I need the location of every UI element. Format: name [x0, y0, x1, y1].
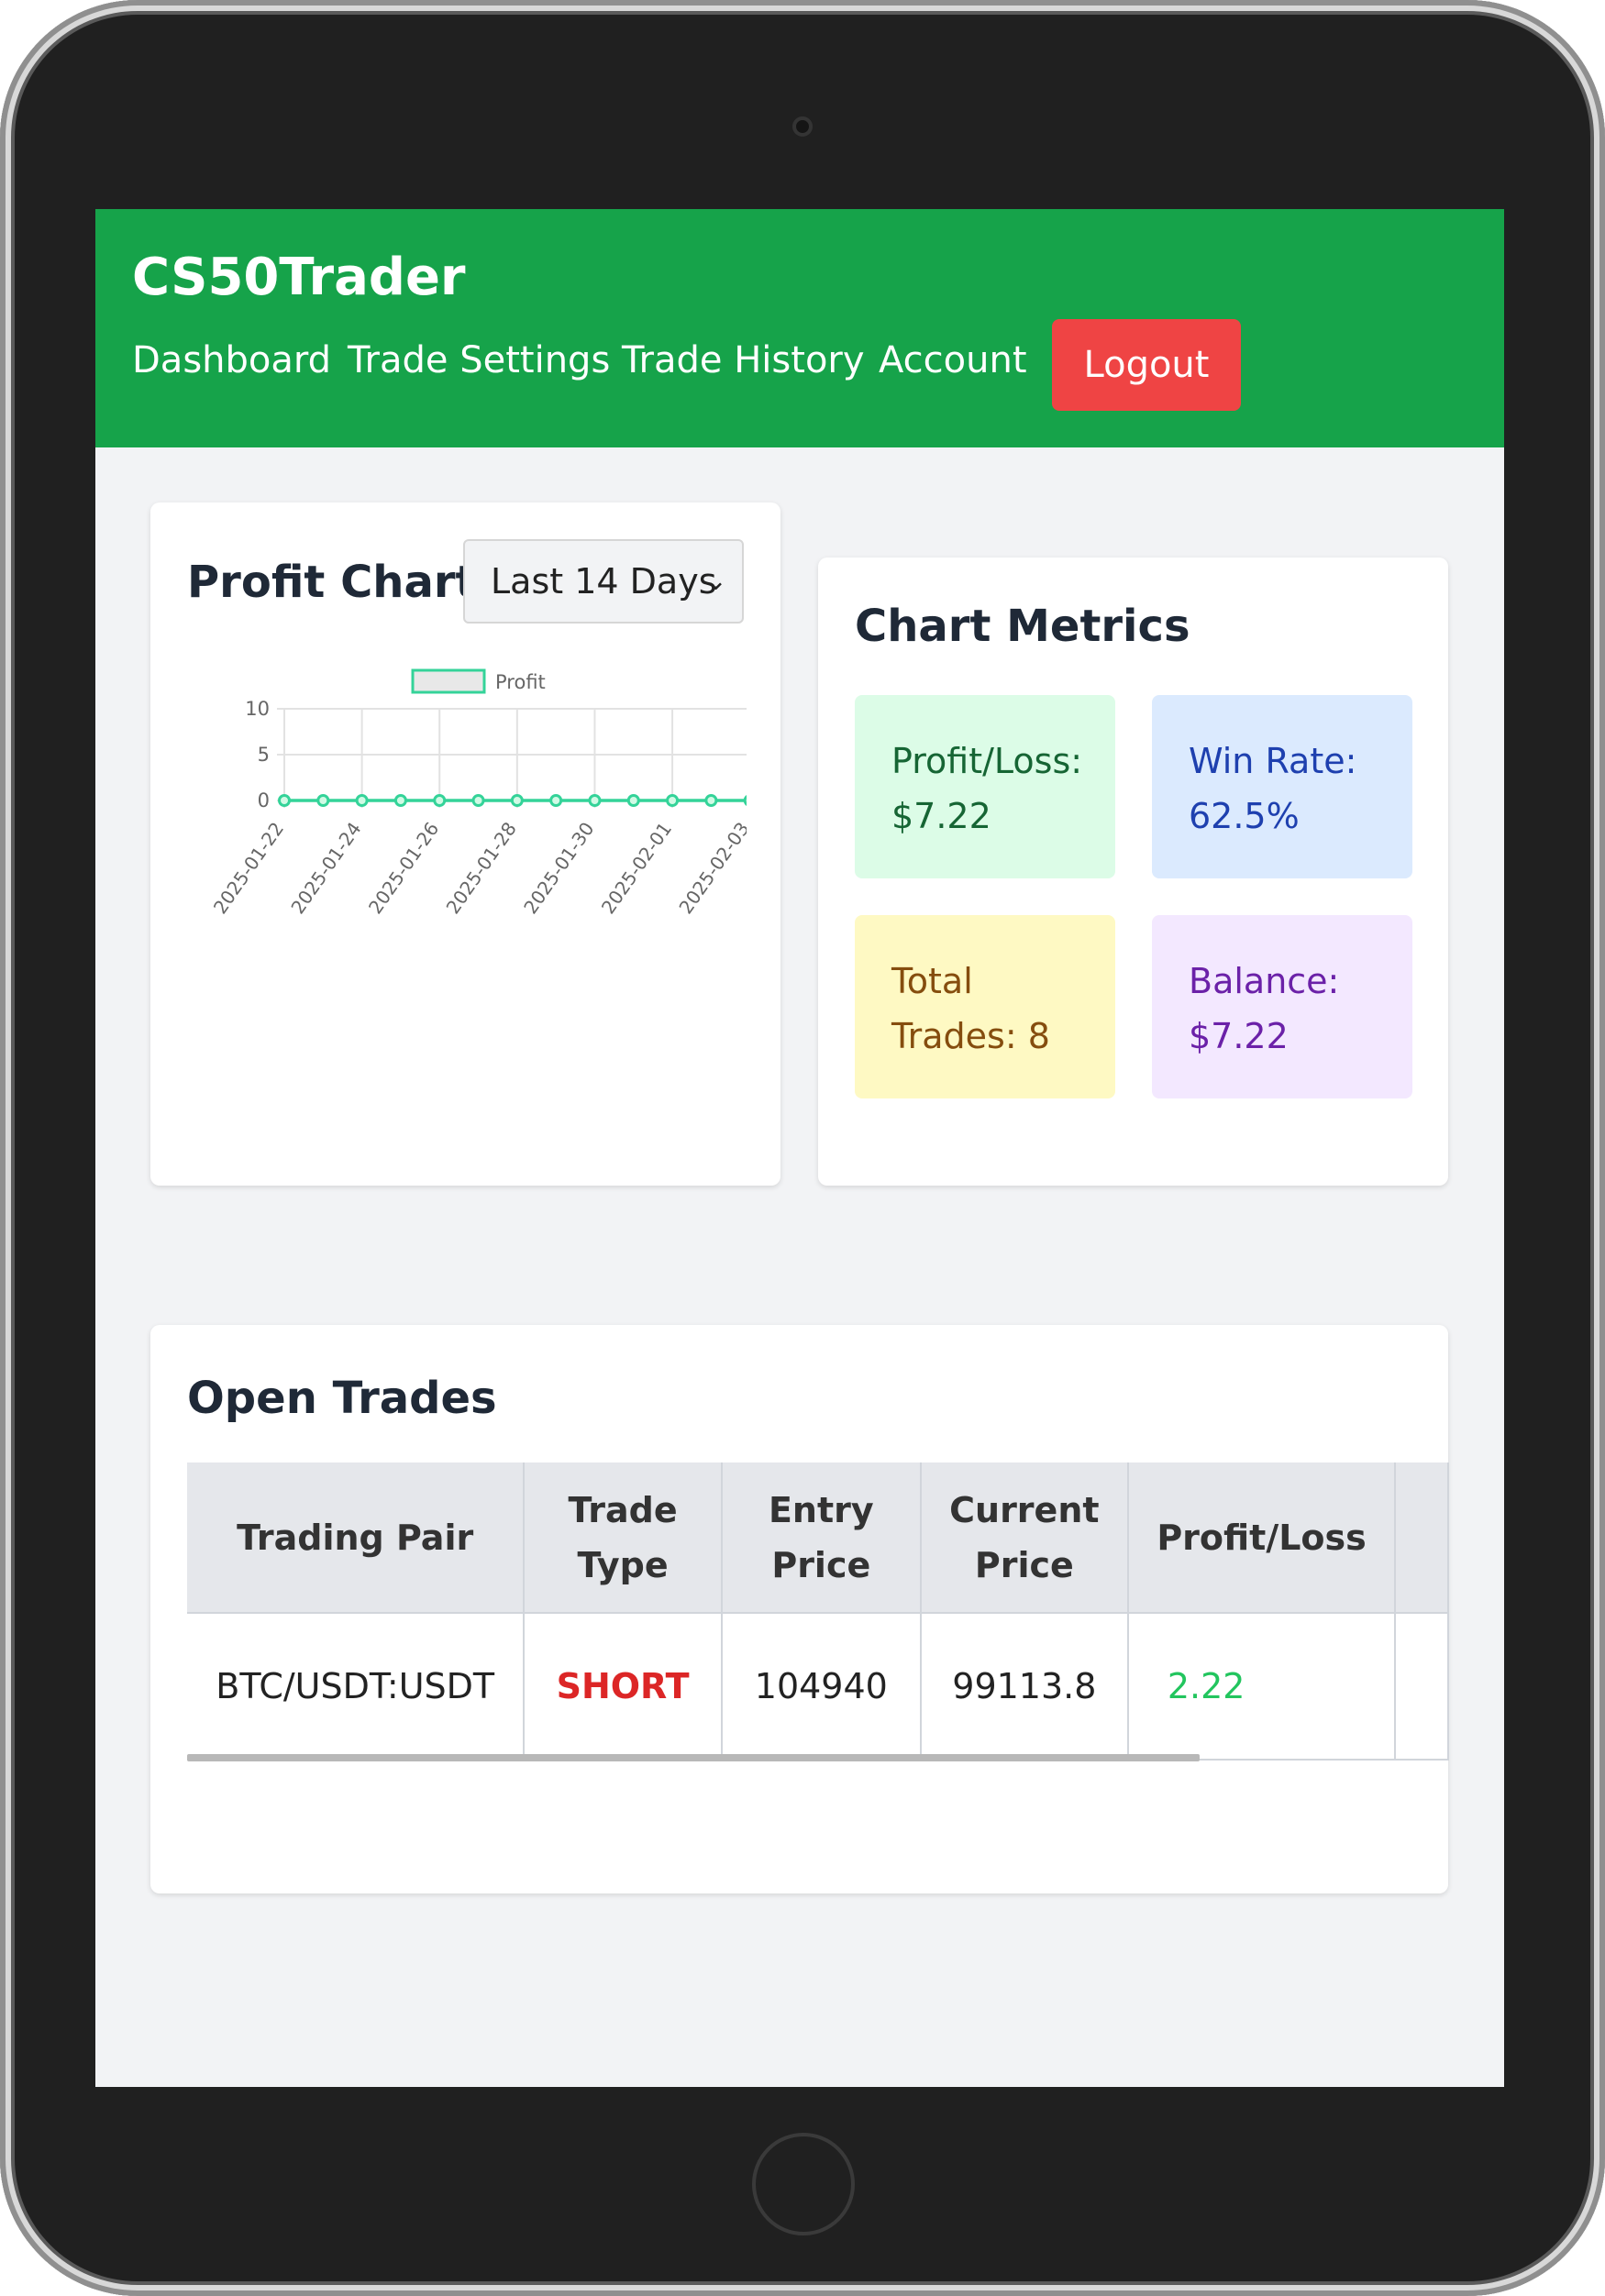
column-header-entry-price: Entry Price: [721, 1463, 922, 1614]
x-tick-label: 2025-01-26: [364, 818, 443, 918]
column-header-profit-loss: Profit/Loss: [1127, 1463, 1397, 1614]
data-point: [626, 794, 640, 807]
column-header-trading-pair: Trading Pair: [187, 1463, 526, 1614]
x-tick-label: 2025-01-30: [519, 818, 598, 918]
data-point: [355, 794, 369, 807]
column-header-overflow: [1395, 1463, 1449, 1614]
data-point: [704, 794, 718, 807]
cell-trading-pair: BTC/USDT:USDT: [187, 1613, 526, 1761]
table-horizontal-scrollbar[interactable]: [187, 1754, 1200, 1761]
data-point: [743, 795, 747, 806]
data-point: [471, 794, 485, 807]
data-point: [666, 794, 680, 807]
profit-series-line: [284, 799, 747, 802]
cell-entry-price: 104940: [721, 1613, 922, 1761]
data-point: [316, 794, 330, 807]
open-trades-card: Open Trades Trading Pair Trade Type Entr…: [150, 1325, 1449, 1893]
cell-overflow: [1395, 1613, 1449, 1761]
camera-icon: [792, 116, 813, 137]
brand-title[interactable]: CS50Trader: [132, 246, 466, 310]
table-header-row: Trading Pair Trade Type Entry Price Curr…: [187, 1463, 1449, 1614]
metric-profit-loss: Profit/Loss: $7.22: [855, 695, 1115, 878]
cell-trade-type: SHORT: [524, 1613, 723, 1761]
nav-account[interactable]: Account: [879, 337, 1027, 383]
cell-current-price: 99113.8: [920, 1613, 1129, 1761]
column-header-trade-type: Trade Type: [524, 1463, 723, 1614]
app-screen: CS50Trader Dashboard Trade Settings Trad…: [95, 209, 1504, 2087]
x-tick-label: 2025-01-28: [442, 818, 521, 918]
nav-trade-history[interactable]: Trade History: [622, 337, 865, 383]
chart-metrics-title: Chart Metrics: [855, 601, 1190, 652]
range-select-value: Last 14 Days: [491, 561, 717, 602]
data-point: [393, 794, 407, 807]
metric-balance: Balance: $7.22: [1152, 915, 1412, 1098]
profit-line-chart: 05102025-01-222025-01-242025-01-262025-0…: [209, 668, 747, 918]
profit-chart-card: Profit Chart Last 14 Days ⌄ 0 5 10 2025-01-…: [150, 502, 780, 1186]
y-tick-label: 5: [258, 744, 270, 766]
home-button[interactable]: [752, 2133, 855, 2235]
profit-chart-title: Profit Chart: [187, 557, 477, 608]
data-point: [278, 794, 291, 807]
tablet-frame: CS50Trader Dashboard Trade Settings Trad…: [0, 0, 1605, 2296]
open-trades-table-wrap: Trading Pair Trade Type Entry Price Curr…: [187, 1463, 1449, 1763]
data-point: [549, 794, 563, 807]
open-trades-title: Open Trades: [187, 1373, 497, 1424]
cell-profit-loss: 2.22: [1127, 1613, 1397, 1761]
metric-total-trades: Total Trades: 8: [855, 915, 1115, 1098]
navbar: CS50Trader Dashboard Trade Settings Trad…: [95, 209, 1504, 447]
y-tick-label: 10: [245, 698, 270, 720]
x-tick-label: 2025-01-24: [286, 818, 365, 918]
column-header-current-price: Current Price: [920, 1463, 1129, 1614]
nav-trade-settings[interactable]: Trade Settings: [348, 337, 610, 383]
open-trades-table: Trading Pair Trade Type Entry Price Curr…: [187, 1463, 1449, 1761]
table-row[interactable]: BTC/USDT:USDT SHORT 104940 99113.8 2.22: [187, 1613, 1449, 1761]
data-point: [433, 794, 447, 807]
legend-swatch: [411, 668, 486, 694]
y-tick-label: 0: [258, 789, 270, 811]
x-tick-label: 2025-01-22: [209, 818, 288, 918]
nav-dashboard[interactable]: Dashboard: [132, 337, 331, 383]
chart-metrics-card: Chart Metrics Profit/Loss: $7.22 Win Rat…: [818, 557, 1448, 1186]
range-select[interactable]: Last 14 Days ⌄: [463, 539, 744, 624]
logout-button[interactable]: Logout: [1052, 319, 1241, 411]
data-point: [588, 794, 602, 807]
x-tick-label: 2025-02-03: [674, 818, 747, 918]
legend-label: Profit: [495, 671, 546, 693]
x-tick-label: 2025-02-01: [597, 818, 676, 918]
chevron-down-icon: ⌄: [703, 565, 727, 597]
data-point: [510, 794, 524, 807]
metric-win-rate: Win Rate: 62.5%: [1152, 695, 1412, 878]
